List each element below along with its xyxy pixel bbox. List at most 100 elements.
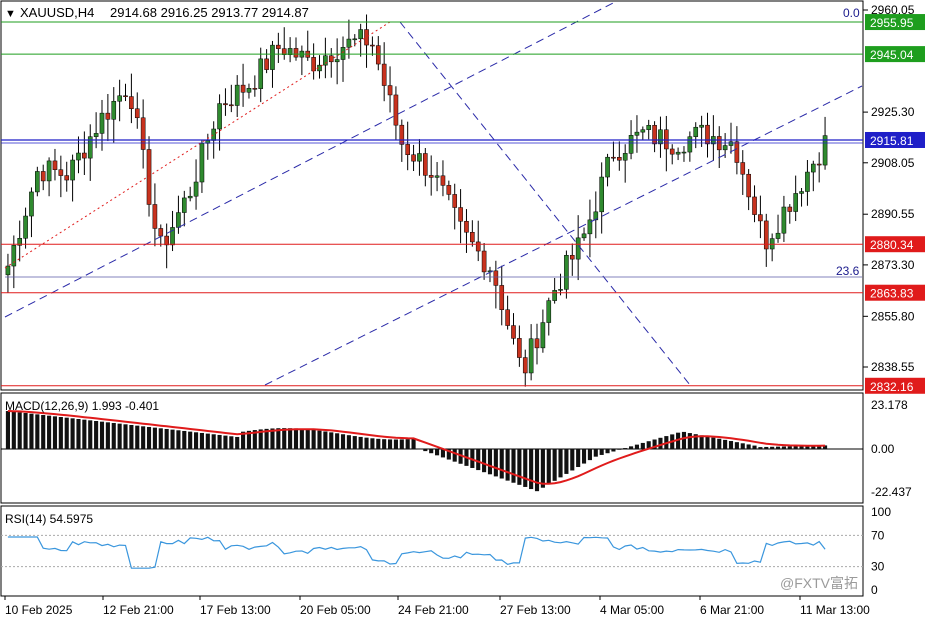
- macd-bar: [193, 432, 199, 449]
- candle: [364, 29, 369, 46]
- macd-bar: [435, 449, 440, 456]
- macd-bar: [558, 449, 563, 478]
- macd-bar: [576, 449, 581, 468]
- price-pane[interactable]: [1, 0, 863, 387]
- macd-bar: [452, 449, 457, 462]
- macd-bar: [546, 449, 551, 485]
- macd-bar: [111, 422, 116, 449]
- price-tick-label: 2855.80: [871, 309, 915, 323]
- candle: [675, 151, 681, 155]
- candle: [528, 338, 534, 374]
- price-tick-label: 2960.05: [871, 3, 915, 17]
- macd-bar: [276, 428, 281, 449]
- candle: [734, 141, 740, 163]
- candle: [681, 151, 687, 154]
- macd-bar: [770, 446, 775, 449]
- macd-bar: [182, 430, 187, 449]
- macd-bar: [235, 436, 240, 449]
- candle: [564, 255, 569, 290]
- main-pane-frame: [0, 0, 864, 391]
- candle: [158, 228, 164, 237]
- candle: [423, 153, 428, 176]
- macd-bar: [640, 442, 645, 449]
- macd-bar: [135, 425, 140, 449]
- candle: [40, 171, 46, 182]
- price-tick-label: 2908.05: [871, 156, 915, 170]
- candle: [728, 141, 734, 146]
- candle: [664, 129, 669, 150]
- rsi-tick-label: 0: [871, 583, 878, 597]
- macd-bar: [188, 431, 193, 449]
- rsi-pane[interactable]: [1, 534, 863, 569]
- rsi-tick-label: 100: [871, 505, 891, 519]
- candle: [93, 133, 99, 137]
- time-tick-label: 10 Feb 2025: [5, 603, 73, 617]
- candle: [270, 44, 275, 70]
- candle: [211, 128, 216, 141]
- candle: [452, 194, 458, 208]
- macd-bar: [629, 446, 634, 449]
- candle: [499, 285, 505, 310]
- macd-bar: [711, 437, 716, 449]
- candle: [105, 112, 111, 120]
- macd-bar: [417, 449, 422, 450]
- macd-bar: [217, 434, 222, 449]
- macd-bar: [323, 431, 328, 449]
- macd-bar: [358, 436, 363, 449]
- macd-bar: [17, 412, 22, 449]
- price-axis: 2955.95 2945.04 2915.81 2880.34 2863.83 2832.…: [863, 3, 925, 597]
- candle: [652, 125, 657, 145]
- candle: [693, 126, 699, 137]
- macd-bar: [552, 449, 557, 481]
- candle: [611, 156, 616, 159]
- macd-bar: [364, 437, 369, 449]
- macd-bar: [717, 438, 722, 449]
- macd-pane[interactable]: [1, 410, 863, 492]
- price-tick-label: 2838.55: [871, 360, 915, 374]
- price-tag-text: 2863.83: [870, 287, 914, 301]
- time-tick-label: 6 Mar 21:00: [700, 603, 764, 617]
- candle: [705, 124, 710, 145]
- macd-bar: [211, 434, 216, 449]
- candle: [146, 149, 152, 205]
- macd-bar: [176, 430, 181, 449]
- macd-bar: [5, 411, 10, 449]
- candle: [258, 58, 264, 89]
- macd-bar: [752, 445, 757, 449]
- candle: [505, 309, 510, 326]
- candle: [252, 88, 258, 90]
- macd-bar: [35, 414, 40, 449]
- macd-bar: [728, 441, 734, 449]
- trading-chart[interactable]: 2955.95 2945.04 2915.81 2880.34 2863.83 2832.…: [0, 0, 936, 624]
- trend-dotted-line: [4, 21, 391, 269]
- candle: [658, 129, 663, 145]
- candle: [176, 212, 181, 228]
- candle: [375, 45, 381, 65]
- candle: [752, 196, 757, 215]
- macd-bar: [723, 439, 728, 449]
- candle: [70, 159, 75, 181]
- macd-bar: [47, 415, 52, 449]
- macd-bar: [570, 449, 575, 471]
- price-tick-label: 2873.30: [871, 258, 915, 272]
- candle: [352, 38, 358, 41]
- macd-bar: [152, 427, 157, 449]
- candle: [799, 191, 804, 194]
- time-tick-label: 27 Feb 13:00: [500, 603, 571, 617]
- macd-bar: [687, 433, 692, 449]
- candle: [82, 152, 87, 159]
- macd-bar: [429, 449, 434, 454]
- macd-bar: [99, 421, 105, 449]
- macd-bar: [170, 429, 175, 449]
- candle: [575, 237, 581, 260]
- candle: [346, 38, 352, 48]
- macd-bar: [493, 449, 498, 477]
- macd-bar: [705, 436, 710, 449]
- time-axis: 10 Feb 2025 12 Feb 21:00 17 Feb 13:00 20 Fe…: [4, 596, 870, 617]
- candle: [552, 290, 557, 301]
- macd-bar: [382, 439, 387, 449]
- macd-bar: [411, 438, 416, 449]
- macd-bar: [793, 446, 798, 449]
- candle: [816, 163, 822, 166]
- candle: [793, 193, 798, 212]
